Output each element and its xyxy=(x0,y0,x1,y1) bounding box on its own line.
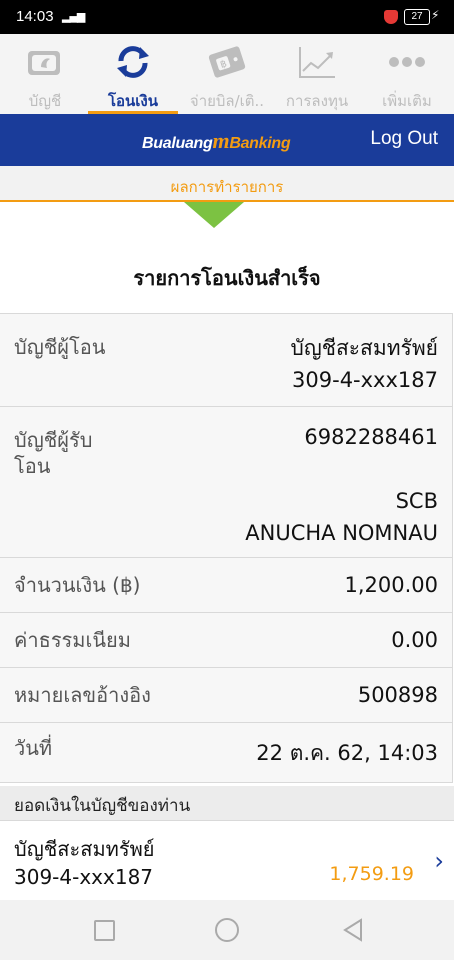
signal-icon: ▂▄▆ xyxy=(62,10,85,23)
date-value: 22 ต.ค. 62, 14:03 xyxy=(256,741,438,765)
date-label: วันที่ xyxy=(14,736,53,760)
spacer xyxy=(0,166,454,176)
tab-account-label: บัญชี xyxy=(28,92,62,110)
main-tab-bar: บัญชี โอนเงิน ฿ จ่ายบิล/เติ.. การลงทุน เ… xyxy=(0,34,454,115)
balance-header-label: ยอดเงินในบัญชีของท่าน xyxy=(14,796,191,816)
status-time: 14:03 xyxy=(16,8,54,25)
transaction-details: บัญชีผู้โอน บัญชีสะสมทรัพย์ 309-4-xxx187… xyxy=(0,313,453,783)
balance-account-info: บัญชีสะสมทรัพย์ 309-4-xxx187 xyxy=(14,835,154,891)
amount-label: จำนวนเงิน (฿) xyxy=(14,573,141,597)
logo-text-left: Bualuang xyxy=(142,135,213,152)
tab-investment[interactable]: การลงทุน xyxy=(272,34,362,114)
detail-row-amount: จำนวนเงิน (฿) 1,200.00 xyxy=(0,558,452,613)
chart-icon xyxy=(299,47,335,78)
balance-account-number: 309-4-xxx187 xyxy=(14,865,154,889)
amount-value: 1,200.00 xyxy=(344,573,438,597)
logout-button[interactable]: Log Out xyxy=(370,128,438,150)
back-button[interactable] xyxy=(342,918,364,942)
to-account-label: บัญชีผู้รับโอน xyxy=(14,428,93,478)
recent-apps-button[interactable] xyxy=(94,920,115,941)
tab-more[interactable]: เพิ่มเติม xyxy=(362,34,452,114)
result-label: ผลการทำรายการ xyxy=(0,176,454,202)
detail-row-date: วันที่ 22 ต.ค. 62, 14:03 xyxy=(0,723,452,782)
reference-label: หมายเลขอ้างอิง xyxy=(14,683,151,707)
chevron-right-icon[interactable]: › xyxy=(434,847,444,875)
logo-m: m xyxy=(212,128,230,153)
detail-row-from: บัญชีผู้โอน บัญชีสะสมทรัพย์ 309-4-xxx187 xyxy=(0,314,452,407)
tab-investment-label: การลงทุน xyxy=(285,92,349,110)
tab-transfer-label: โอนเงิน xyxy=(107,92,159,110)
tab-more-label: เพิ่มเติม xyxy=(382,92,432,110)
from-account-name: บัญชีสะสมทรัพย์ xyxy=(290,336,438,360)
logo-text-right: Banking xyxy=(229,135,291,152)
to-bank: SCB xyxy=(395,489,438,513)
from-account-label: บัญชีผู้โอน xyxy=(14,335,106,359)
reference-value: 500898 xyxy=(357,683,438,707)
bualuang-mbanking-logo: BualuangmBanking xyxy=(142,128,291,154)
to-account-number: 6982288461 xyxy=(304,425,438,449)
balance-account-name: บัญชีสะสมทรัพย์ xyxy=(14,837,155,861)
app-header: BualuangmBanking Log Out xyxy=(0,114,454,166)
security-shield-icon xyxy=(384,10,398,24)
detail-row-reference: หมายเลขอ้างอิง 500898 xyxy=(0,668,452,723)
from-account-number: 309-4-xxx187 xyxy=(292,368,438,392)
to-account-bank-name: SCB ANUCHA NOMNAU xyxy=(245,485,438,549)
system-navigation-bar xyxy=(0,900,454,960)
to-name: ANUCHA NOMNAU xyxy=(245,521,438,545)
battery-icon: 27 xyxy=(404,9,430,25)
from-account-value: บัญชีสะสมทรัพย์ 309-4-xxx187 xyxy=(290,332,438,396)
tab-transfer[interactable]: โอนเงิน xyxy=(88,34,178,115)
balance-section-header: ยอดเงินในบัญชีของท่าน xyxy=(0,786,454,821)
transfer-icon xyxy=(117,46,149,78)
more-icon xyxy=(389,57,425,67)
balance-amount: 1,759.19 xyxy=(329,863,414,885)
page-title: รายการโอนเงินสำเร็จ xyxy=(133,266,321,290)
balance-account-row[interactable]: บัญชีสะสมทรัพย์ 309-4-xxx187 1,759.19 › xyxy=(0,821,454,899)
success-indicator-arrow xyxy=(184,202,244,228)
tab-bill-payment[interactable]: ฿ จ่ายบิล/เติ.. xyxy=(182,34,272,114)
detail-row-to: บัญชีผู้รับโอน 6982288461 SCB ANUCHA NOM… xyxy=(0,407,452,558)
fee-value: 0.00 xyxy=(391,628,438,652)
tab-bill-label: จ่ายบิล/เติ.. xyxy=(189,92,265,110)
home-button[interactable] xyxy=(215,918,239,942)
wallet-icon xyxy=(28,51,60,75)
charging-icon: ⚡ xyxy=(431,8,440,22)
fee-label: ค่าธรรมเนียม xyxy=(14,628,131,652)
detail-row-fee: ค่าธรรมเนียม 0.00 xyxy=(0,613,452,668)
bill-icon: ฿ xyxy=(208,46,246,78)
tab-account[interactable]: บัญชี xyxy=(0,34,90,114)
status-bar: 14:03 ▂▄▆ 27 ⚡ xyxy=(0,0,454,34)
